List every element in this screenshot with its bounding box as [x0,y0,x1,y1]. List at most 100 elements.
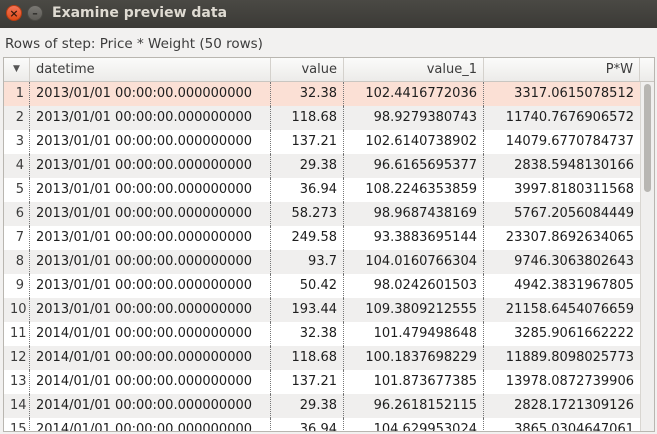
cell-value[interactable]: 50.42 [271,274,344,298]
cell-value-1[interactable]: 96.6165695377 [344,154,484,178]
cell-value-1[interactable]: 101.479498648 [344,322,484,346]
cell-pw[interactable]: 2838.5948130166 [484,154,640,178]
cell-value[interactable]: 58.273 [271,202,344,226]
cell-pw[interactable]: 3997.8180311568 [484,178,640,202]
row-number[interactable]: 1 [4,82,30,106]
cell-value-1[interactable]: 108.2246353859 [344,178,484,202]
cell-pw[interactable]: 3285.9061662222 [484,322,640,346]
table-row[interactable]: 7 2013/01/01 00:00:00.000000000 249.58 93.3… [4,226,640,250]
row-number[interactable]: 12 [4,346,30,370]
column-header-datetime[interactable]: datetime [30,58,271,81]
cell-datetime[interactable]: 2013/01/01 00:00:00.000000000 [30,274,271,298]
cell-value[interactable]: 36.94 [271,418,344,431]
cell-value[interactable]: 137.21 [271,370,344,394]
row-number[interactable]: 13 [4,370,30,394]
row-number[interactable]: 3 [4,130,30,154]
vertical-scrollbar[interactable] [640,82,654,431]
cell-value[interactable]: 93.7 [271,250,344,274]
close-window-button[interactable]: × [6,5,22,21]
scrollbar-thumb[interactable] [644,84,651,192]
row-number[interactable]: 11 [4,322,30,346]
preview-data-table: ▼ datetime value value_1 P*W 1 2013/01/01… [3,57,655,432]
cell-value-1[interactable]: 104.629953024 [344,418,484,431]
cell-value-1[interactable]: 101.873677385 [344,370,484,394]
cell-pw[interactable]: 13978.0872739906 [484,370,640,394]
table-row[interactable]: 1 2013/01/01 00:00:00.000000000 32.38 102.4… [4,82,640,106]
cell-pw[interactable]: 11740.7676906572 [484,106,640,130]
cell-datetime[interactable]: 2013/01/01 00:00:00.000000000 [30,154,271,178]
sort-indicator-icon[interactable]: ▼ [4,58,30,81]
cell-pw[interactable]: 23307.8692634065 [484,226,640,250]
cell-datetime[interactable]: 2013/01/01 00:00:00.000000000 [30,298,271,322]
cell-value[interactable]: 36.94 [271,178,344,202]
table-row[interactable]: 3 2013/01/01 00:00:00.000000000 137.21 102.… [4,130,640,154]
row-number[interactable]: 7 [4,226,30,250]
table-row[interactable]: 4 2013/01/01 00:00:00.000000000 29.38 96.61… [4,154,640,178]
table-row[interactable]: 2 2013/01/01 00:00:00.000000000 118.68 98.9… [4,106,640,130]
row-number[interactable]: 8 [4,250,30,274]
cell-value-1[interactable]: 104.0160766304 [344,250,484,274]
cell-value[interactable]: 32.38 [271,82,344,106]
cell-pw[interactable]: 5767.2056084449 [484,202,640,226]
cell-value[interactable]: 249.58 [271,226,344,250]
column-header-value-1[interactable]: value_1 [344,58,484,81]
cell-datetime[interactable]: 2014/01/01 00:00:00.000000000 [30,418,271,431]
cell-datetime[interactable]: 2014/01/01 00:00:00.000000000 [30,394,271,418]
row-number[interactable]: 4 [4,154,30,178]
table-row[interactable]: 15 2014/01/01 00:00:00.000000000 36.94 104.… [4,418,640,431]
table-row[interactable]: 6 2013/01/01 00:00:00.000000000 58.273 98.9… [4,202,640,226]
cell-value[interactable]: 29.38 [271,394,344,418]
cell-datetime[interactable]: 2013/01/01 00:00:00.000000000 [30,202,271,226]
cell-value-1[interactable]: 100.1837698229 [344,346,484,370]
cell-value-1[interactable]: 102.4416772036 [344,82,484,106]
table-row[interactable]: 11 2014/01/01 00:00:00.000000000 32.38 101.… [4,322,640,346]
cell-value[interactable]: 137.21 [271,130,344,154]
row-number[interactable]: 14 [4,394,30,418]
table-row[interactable]: 14 2014/01/01 00:00:00.000000000 29.38 96.2… [4,394,640,418]
cell-pw[interactable]: 21158.6454076659 [484,298,640,322]
cell-value[interactable]: 32.38 [271,322,344,346]
cell-value-1[interactable]: 98.0242601503 [344,274,484,298]
cell-datetime[interactable]: 2013/01/01 00:00:00.000000000 [30,226,271,250]
column-header-value[interactable]: value [271,58,344,81]
cell-pw[interactable]: 4942.3831967805 [484,274,640,298]
cell-datetime[interactable]: 2013/01/01 00:00:00.000000000 [30,250,271,274]
cell-value[interactable]: 193.44 [271,298,344,322]
column-header-pw[interactable]: P*W [484,58,640,81]
cell-datetime[interactable]: 2013/01/01 00:00:00.000000000 [30,82,271,106]
cell-datetime[interactable]: 2014/01/01 00:00:00.000000000 [30,370,271,394]
row-number[interactable]: 15 [4,418,30,431]
row-number[interactable]: 5 [4,178,30,202]
table-row[interactable]: 8 2013/01/01 00:00:00.000000000 93.7 104.01… [4,250,640,274]
row-number[interactable]: 2 [4,106,30,130]
cell-value-1[interactable]: 96.2618152115 [344,394,484,418]
table-row[interactable]: 10 2013/01/01 00:00:00.000000000 193.44 109… [4,298,640,322]
cell-pw[interactable]: 11889.8098025773 [484,346,640,370]
cell-datetime[interactable]: 2014/01/01 00:00:00.000000000 [30,346,271,370]
cell-pw[interactable]: 3865.0304647061 [484,418,640,431]
cell-value-1[interactable]: 93.3883695144 [344,226,484,250]
row-number[interactable]: 6 [4,202,30,226]
row-number[interactable]: 10 [4,298,30,322]
cell-datetime[interactable]: 2013/01/01 00:00:00.000000000 [30,106,271,130]
cell-value[interactable]: 118.68 [271,106,344,130]
cell-value-1[interactable]: 102.6140738902 [344,130,484,154]
table-row[interactable]: 9 2013/01/01 00:00:00.000000000 50.42 98.02… [4,274,640,298]
cell-value-1[interactable]: 109.3809212555 [344,298,484,322]
table-row[interactable]: 13 2014/01/01 00:00:00.000000000 137.21 101… [4,370,640,394]
cell-value-1[interactable]: 98.9279380743 [344,106,484,130]
cell-value[interactable]: 29.38 [271,154,344,178]
cell-value[interactable]: 118.68 [271,346,344,370]
cell-datetime[interactable]: 2013/01/01 00:00:00.000000000 [30,178,271,202]
cell-datetime[interactable]: 2013/01/01 00:00:00.000000000 [30,130,271,154]
cell-value-1[interactable]: 98.9687438169 [344,202,484,226]
table-row[interactable]: 12 2014/01/01 00:00:00.000000000 118.68 100… [4,346,640,370]
table-row[interactable]: 5 2013/01/01 00:00:00.000000000 36.94 108.2… [4,178,640,202]
cell-datetime[interactable]: 2014/01/01 00:00:00.000000000 [30,322,271,346]
cell-pw[interactable]: 14079.6770784737 [484,130,640,154]
row-number[interactable]: 9 [4,274,30,298]
minimize-window-button[interactable]: – [27,5,43,21]
cell-pw[interactable]: 3317.0615078512 [484,82,640,106]
cell-pw[interactable]: 2828.1721309126 [484,394,640,418]
cell-pw[interactable]: 9746.3063802643 [484,250,640,274]
